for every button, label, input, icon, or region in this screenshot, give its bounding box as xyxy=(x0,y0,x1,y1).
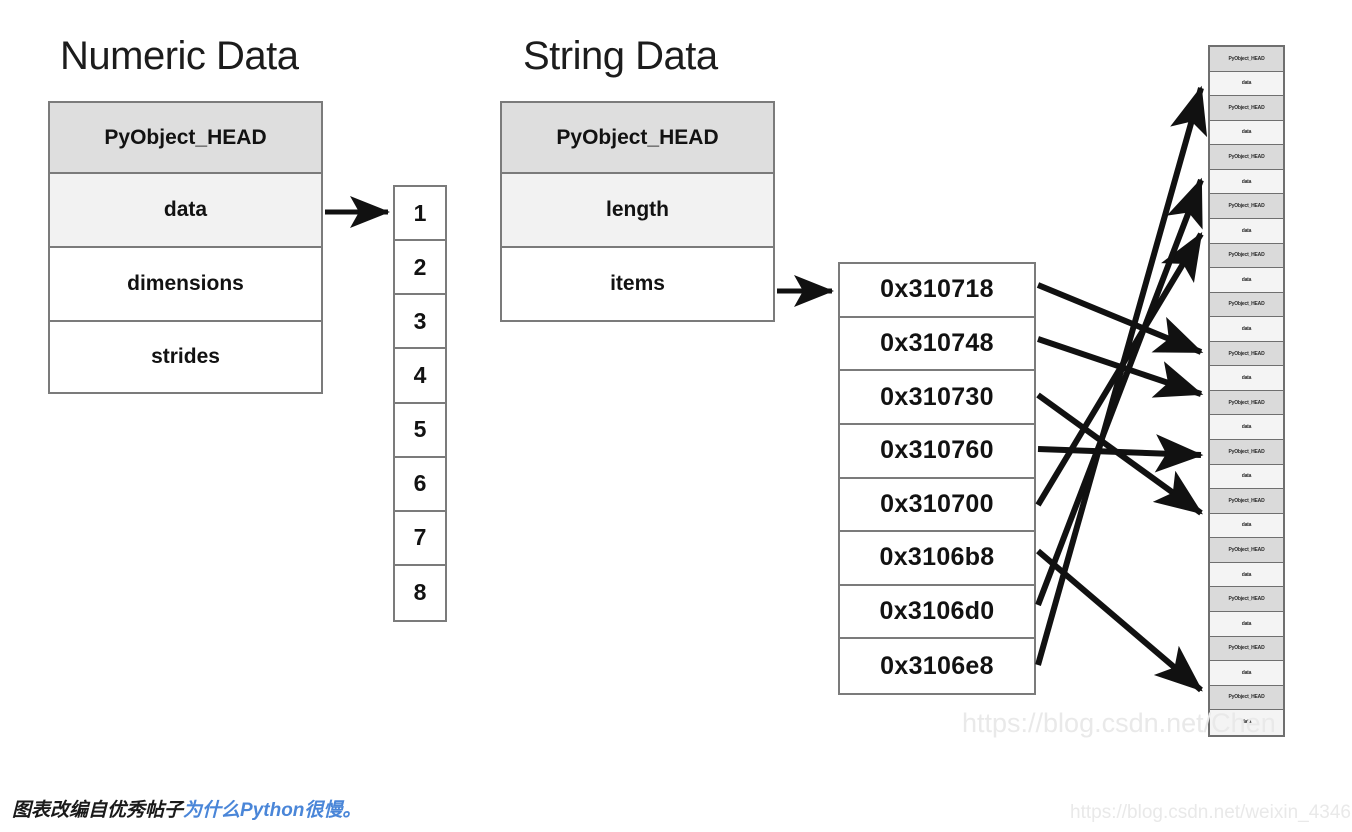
object-head-cell: PyObject_HEAD xyxy=(1210,390,1283,416)
pointer-table-cell: 0x3106b8 xyxy=(840,532,1034,586)
string-field-items: items xyxy=(502,248,773,320)
object-data-cell: data xyxy=(1210,71,1283,97)
object-head-cell: PyObject_HEAD xyxy=(1210,96,1283,121)
object-head-cell: PyObject_HEAD xyxy=(1210,243,1283,269)
object-head-cell: PyObject_HEAD xyxy=(1210,194,1283,219)
arrow-pointer-7 xyxy=(1035,85,1208,666)
object-data-cell: data xyxy=(1210,169,1283,195)
object-head-cell: PyObject_HEAD xyxy=(1210,292,1283,318)
numeric-data-title: Numeric Data xyxy=(60,34,299,78)
object-data-cell: data xyxy=(1210,464,1283,490)
object-head-cell: PyObject_HEAD xyxy=(1210,489,1283,514)
pointer-table-cell: 0x3106e8 xyxy=(840,639,1034,693)
numeric-buffer-cell: 8 xyxy=(395,565,445,620)
numeric-buffer-cell: 7 xyxy=(395,511,445,566)
numeric-buffer-cell: 1 xyxy=(395,187,445,242)
object-data-cell: data xyxy=(1210,366,1283,391)
pointer-table-cell: 0x310718 xyxy=(840,264,1034,318)
watermark-main: https://blog.csdn.net/Chen xyxy=(962,708,1276,738)
pointer-table-cell: 0x3106d0 xyxy=(840,585,1034,640)
object-head-cell: PyObject_HEAD xyxy=(1210,587,1283,612)
numeric-data-struct: PyObject_HEAD data dimensions strides xyxy=(48,101,323,394)
object-data-cell: data xyxy=(1210,562,1283,588)
pointer-table-cell: 0x310700 xyxy=(840,478,1034,533)
caption-plain-text: 图表改编自优秀帖子 xyxy=(12,800,184,821)
object-data-cell: data xyxy=(1210,611,1283,637)
numeric-buffer-column: 12345678 xyxy=(393,185,447,622)
object-head-cell: PyObject_HEAD xyxy=(1210,145,1283,170)
numeric-buffer-cell: 3 xyxy=(395,295,445,350)
arrow-pointer-5 xyxy=(1036,548,1203,693)
numeric-field-data: data xyxy=(50,174,321,248)
object-data-cell: data xyxy=(1210,218,1283,244)
numeric-buffer-cell: 5 xyxy=(395,403,445,458)
string-data-title: String Data xyxy=(523,34,718,78)
numeric-buffer-cell: 2 xyxy=(395,241,445,296)
figure-caption: 图表改编自优秀帖子为什么Python很慢。 xyxy=(12,795,361,822)
object-head-cell: PyObject_HEAD xyxy=(1210,341,1283,367)
object-head-cell: PyObject_HEAD xyxy=(1210,440,1283,465)
numeric-field-pyobject-head: PyObject_HEAD xyxy=(50,103,321,174)
pointer-table-cell: 0x310760 xyxy=(840,424,1034,479)
object-head-cell: PyObject_HEAD xyxy=(1210,636,1283,662)
caption-link[interactable]: 为什么Python很慢。 xyxy=(183,800,361,821)
object-head-cell: PyObject_HEAD xyxy=(1210,47,1283,72)
object-head-cell: PyObject_HEAD xyxy=(1210,685,1283,711)
numeric-field-strides: strides xyxy=(50,322,321,392)
object-data-cell: data xyxy=(1210,268,1283,293)
numeric-buffer-cell: 6 xyxy=(395,457,445,512)
pointer-table-cell: 0x310748 xyxy=(840,317,1034,372)
string-data-struct: PyObject_HEAD length items xyxy=(500,101,775,322)
arrow-pointer-0 xyxy=(1036,282,1204,355)
watermark-footer: https://blog.csdn.net/weixin_43461341 xyxy=(1070,802,1352,823)
string-field-length: length xyxy=(502,174,773,248)
object-data-cell: data xyxy=(1210,317,1283,342)
numeric-buffer-cell: 4 xyxy=(395,349,445,404)
string-field-pyobject-head: PyObject_HEAD xyxy=(502,103,773,174)
object-instance-column: PyObject_HEAD data PyObject_HEAD data PyObje… xyxy=(1208,45,1285,737)
object-data-cell: data xyxy=(1210,415,1283,440)
object-head-cell: PyObject_HEAD xyxy=(1210,538,1283,563)
pointer-table-cell: 0x310730 xyxy=(840,371,1034,425)
pointer-table-column: 0x310718 0x310748 0x310730 0x310760 0x310700… xyxy=(838,262,1036,695)
numeric-field-dimensions: dimensions xyxy=(50,248,321,322)
diagram-canvas: Numeric Data PyObject_HEAD data dimensio… xyxy=(0,0,1352,832)
object-data-cell: data xyxy=(1210,513,1283,539)
arrow-pointer-3 xyxy=(1037,434,1204,473)
arrow-pointer-6 xyxy=(1035,177,1204,607)
object-data-cell: data xyxy=(1210,120,1283,146)
arrow-pointer-2 xyxy=(1036,392,1203,516)
arrow-pointer-1 xyxy=(1037,336,1204,398)
arrow-pointer-4 xyxy=(1035,231,1204,507)
object-data-cell: data xyxy=(1210,661,1283,686)
